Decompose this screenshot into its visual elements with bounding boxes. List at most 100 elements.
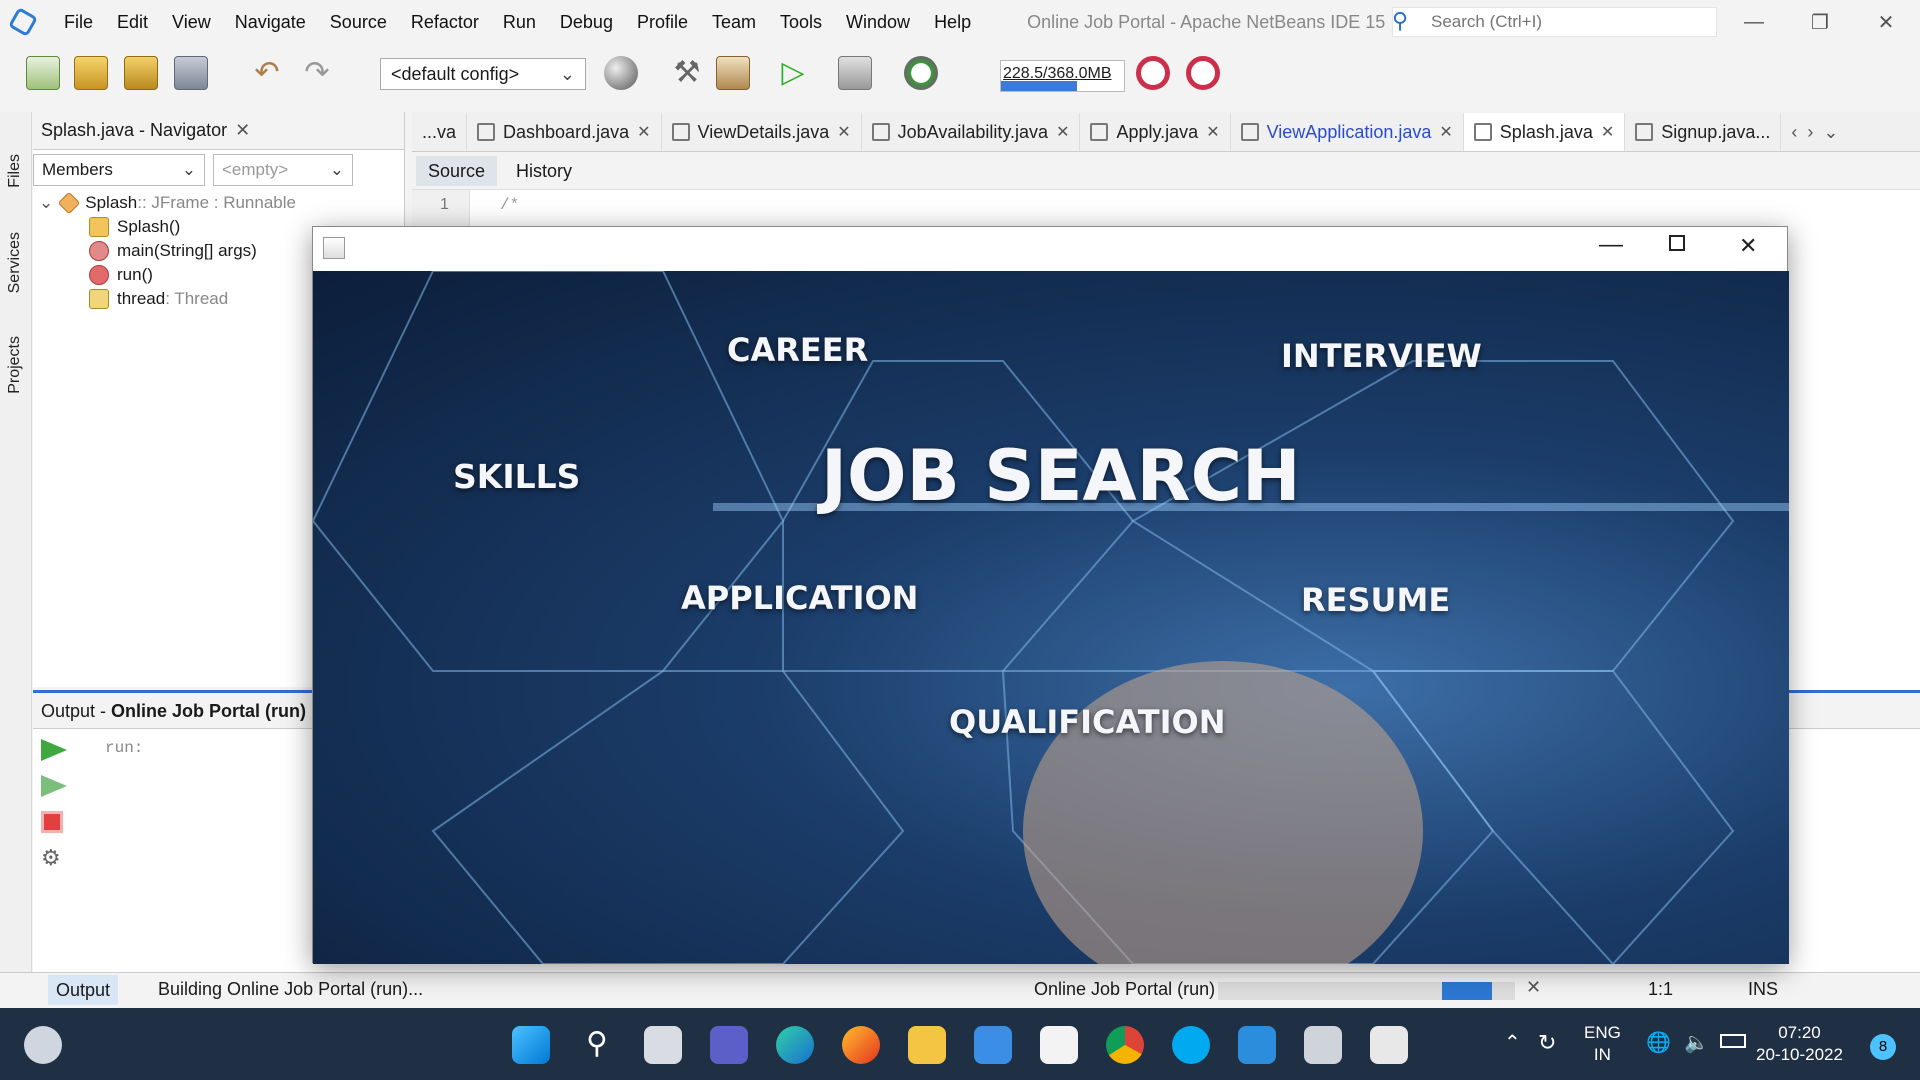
settings-icon[interactable]: ⚙ [41, 845, 65, 870]
close-icon[interactable]: ✕ [1439, 122, 1452, 142]
chevron-left-icon[interactable]: ‹ [1791, 122, 1797, 143]
close-icon[interactable]: ✕ [1601, 122, 1614, 142]
build-hammer-icon[interactable]: ⚒ [670, 56, 704, 90]
config-dropdown[interactable]: <default config> ⌄ [380, 58, 586, 90]
minimize-button[interactable]: — [1599, 231, 1623, 259]
open-project-icon[interactable] [124, 56, 158, 90]
close-icon[interactable]: ✕ [637, 122, 650, 142]
chevron-down-icon[interactable]: ⌄ [1823, 122, 1838, 143]
clean-build-icon[interactable] [716, 56, 750, 90]
weather-icon[interactable] [24, 1026, 62, 1064]
volume-icon[interactable]: 🔈 [1684, 1030, 1709, 1055]
menu-view[interactable]: View [160, 0, 223, 44]
restore-button[interactable]: ❐ [1790, 0, 1850, 44]
gc-stop-icon[interactable] [1186, 56, 1220, 90]
editor-tab[interactable]: Apply.java ✕ [1080, 113, 1231, 151]
start-menu-icon[interactable] [512, 1026, 550, 1064]
menu-source[interactable]: Source [318, 0, 399, 44]
tree-row-thread[interactable]: thread : Thread [89, 286, 228, 312]
close-icon[interactable]: ✕ [1206, 122, 1219, 142]
search-icon[interactable]: ⚲ [578, 1026, 616, 1064]
menu-edit[interactable]: Edit [105, 0, 160, 44]
system-clock[interactable]: 07:20 20-10-2022 [1756, 1022, 1843, 1066]
menu-profile[interactable]: Profile [625, 0, 700, 44]
stop-icon[interactable] [41, 811, 63, 833]
class-icon [57, 191, 81, 215]
close-button[interactable]: ✕ [1856, 0, 1916, 44]
save-all-icon[interactable] [174, 56, 208, 90]
source-tab[interactable]: Source [416, 156, 498, 186]
menu-navigate[interactable]: Navigate [223, 0, 318, 44]
teams-chat-icon[interactable] [710, 1026, 748, 1064]
empty-filter-dropdown[interactable]: <empty> ⌄ [213, 154, 353, 186]
editor-tab[interactable]: ViewDetails.java ✕ [662, 113, 862, 151]
firefox-icon[interactable] [842, 1026, 880, 1064]
editor-tab[interactable]: ...va [412, 113, 468, 151]
menu-debug[interactable]: Debug [548, 0, 625, 44]
menu-window[interactable]: Window [834, 0, 922, 44]
menu-tools[interactable]: Tools [768, 0, 834, 44]
gc-icon[interactable] [1136, 56, 1170, 90]
sync-icon[interactable]: ↻ [1538, 1030, 1556, 1056]
new-file-icon[interactable] [26, 56, 60, 90]
members-filter-dropdown[interactable]: Members ⌄ [33, 154, 205, 186]
vscode-icon[interactable] [1238, 1026, 1276, 1064]
network-icon[interactable]: 🌐 [1646, 1030, 1671, 1055]
tree-row-main[interactable]: main(String[] args) [89, 238, 257, 264]
editor-tab[interactable]: Dashboard.java ✕ [467, 113, 662, 151]
notification-badge[interactable]: 8 [1870, 1034, 1896, 1060]
maximize-button[interactable] [1669, 235, 1685, 251]
chrome-icon[interactable] [1106, 1026, 1144, 1064]
cancel-run-icon[interactable]: ✕ [1526, 977, 1541, 998]
store-icon[interactable] [1040, 1026, 1078, 1064]
expand-icon[interactable]: ⌄ [39, 193, 53, 213]
profile-project-icon[interactable] [904, 56, 938, 90]
search-input[interactable] [1431, 12, 1701, 32]
rerun-with-params-icon[interactable] [41, 775, 67, 797]
editor-tab[interactable]: ViewApplication.java ✕ [1231, 113, 1464, 151]
redo-icon[interactable]: ↷ [300, 56, 334, 90]
netbeans-taskbar-icon[interactable] [1304, 1026, 1342, 1064]
memory-indicator[interactable]: 228.5/368.0MB [1000, 60, 1125, 92]
skype-icon[interactable] [1172, 1026, 1210, 1064]
chevron-up-icon[interactable]: ⌃ [1504, 1030, 1521, 1055]
editor-tab-active[interactable]: Splash.java ✕ [1463, 113, 1626, 151]
close-icon[interactable]: ✕ [235, 120, 250, 141]
search-box[interactable] [1392, 7, 1717, 37]
projects-tab[interactable]: Projects [6, 336, 24, 394]
output-window-tab[interactable]: Output [48, 975, 119, 1005]
undo-icon[interactable]: ↶ [250, 56, 284, 90]
globe-icon[interactable] [604, 56, 638, 90]
history-tab[interactable]: History [504, 156, 584, 186]
menu-help[interactable]: Help [922, 0, 983, 44]
tree-row-run[interactable]: run() [89, 262, 153, 288]
tab-scroll-controls[interactable]: ‹ › ⌄ [1781, 113, 1848, 151]
language-indicator[interactable]: ENG IN [1584, 1022, 1621, 1066]
mail-icon[interactable] [974, 1026, 1012, 1064]
menu-file[interactable]: File [52, 0, 105, 44]
editor-tab[interactable]: Signup.java... [1625, 113, 1782, 151]
tree-row-splash-class[interactable]: ⌄ Splash :: JFrame : Runnable [39, 190, 296, 216]
files-tab[interactable]: Files [6, 154, 24, 188]
close-icon[interactable]: ✕ [837, 122, 850, 142]
rerun-icon[interactable] [41, 739, 67, 761]
menu-team[interactable]: Team [700, 0, 768, 44]
minimize-button[interactable]: — [1724, 0, 1784, 44]
chevron-right-icon[interactable]: › [1807, 122, 1813, 143]
menu-run[interactable]: Run [491, 0, 548, 44]
tree-row-constructor[interactable]: Splash() [89, 214, 180, 240]
task-view-icon[interactable] [644, 1026, 682, 1064]
debug-project-icon[interactable] [838, 56, 872, 90]
battery-icon[interactable] [1720, 1034, 1746, 1048]
new-project-icon[interactable] [74, 56, 108, 90]
menu-refactor[interactable]: Refactor [399, 0, 491, 44]
services-tab[interactable]: Services [6, 232, 24, 293]
close-icon[interactable]: ✕ [1056, 122, 1069, 142]
run-project-icon[interactable]: ▷ [776, 56, 810, 90]
editor-tab[interactable]: JobAvailability.java ✕ [862, 113, 1081, 151]
file-explorer-icon[interactable] [908, 1026, 946, 1064]
edge-browser-icon[interactable] [776, 1026, 814, 1064]
close-button[interactable]: ✕ [1739, 233, 1757, 259]
java-app-taskbar-icon[interactable] [1370, 1026, 1408, 1064]
search-icon[interactable]: ⚲ [1392, 8, 1408, 34]
